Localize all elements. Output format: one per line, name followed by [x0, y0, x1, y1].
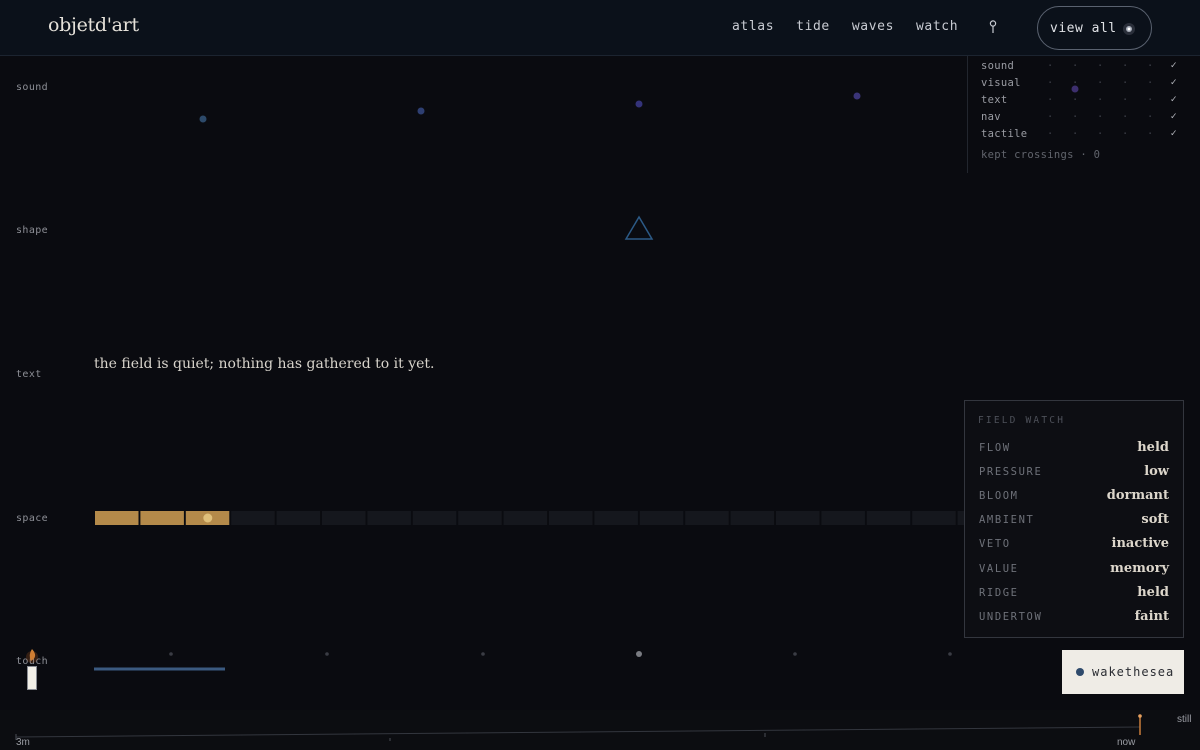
timeline-status-label: still: [1177, 714, 1192, 725]
space-segment-empty[interactable]: [549, 511, 593, 525]
space-segment-empty[interactable]: [730, 511, 775, 525]
check-icon: ✓: [1170, 60, 1177, 71]
space-segment-empty[interactable]: [458, 511, 502, 525]
touch-dot[interactable]: [793, 652, 797, 656]
watch-row-ridge: RIDGE held: [979, 585, 1169, 600]
field-watch-panel: FIELD WATCH FLOW held PRESSURE low BLOOM…: [964, 400, 1184, 638]
watch-row-pressure: PRESSURE low: [979, 464, 1169, 479]
touch-dot[interactable]: [325, 652, 329, 656]
space-segment-filled[interactable]: [140, 511, 184, 525]
space-segment-empty[interactable]: [412, 511, 457, 525]
space-segment-empty[interactable]: [276, 511, 321, 525]
legend-dots: · · · · ·: [1047, 111, 1154, 123]
space-segment-empty[interactable]: [503, 511, 548, 525]
legend-item-nav[interactable]: nav · · · · · ✓: [981, 111, 1177, 125]
status-dot-icon: [1076, 668, 1084, 676]
sound-dot[interactable]: [199, 115, 207, 123]
check-icon: ✓: [1170, 111, 1177, 122]
sound-dot[interactable]: [417, 107, 425, 115]
triangle-shape[interactable]: [624, 215, 654, 240]
watch-row-value: VALUE memory: [979, 561, 1169, 576]
legend-item-visual[interactable]: visual · · · · · ✓: [981, 77, 1177, 91]
space-segment-empty[interactable]: [639, 511, 684, 525]
watch-row-bloom: BLOOM dormant: [979, 488, 1169, 503]
timeline-track: [15, 714, 1142, 741]
space-segment-empty[interactable]: [821, 511, 865, 525]
wake-the-sea-button[interactable]: wakethesea: [1062, 650, 1184, 694]
timeline-start-label: 3m: [16, 737, 30, 748]
watch-row-flow: FLOW held: [979, 440, 1169, 455]
timeline-scrubber[interactable]: 3m now still: [0, 710, 1200, 750]
watch-row-veto: VETO inactive: [979, 536, 1169, 551]
space-marker[interactable]: [203, 513, 213, 523]
space-segment-empty[interactable]: [912, 511, 956, 525]
touch-dot[interactable]: [948, 652, 952, 656]
kept-crossings-count: kept crossings · 0: [981, 149, 1101, 161]
candle-icon[interactable]: [27, 666, 37, 690]
wake-the-sea-label: wakethesea: [1092, 665, 1175, 679]
legend-dots: · · · · ·: [1047, 60, 1154, 72]
legend-item-sound[interactable]: sound · · · · · ✓: [981, 60, 1177, 74]
space-segment-empty[interactable]: [776, 511, 820, 525]
legend-panel: sound · · · · · ✓ visual · · · · · ✓ text · · · · · …: [967, 56, 1187, 173]
timeline-end-label: now: [1117, 737, 1136, 748]
touch-dot[interactable]: [636, 651, 642, 657]
legend-item-tactile[interactable]: tactile · · · · · ✓: [981, 128, 1177, 142]
sound-dot[interactable]: [853, 92, 861, 100]
space-bar: [95, 511, 1002, 525]
legend-item-text[interactable]: text · · · · · ✓: [981, 94, 1177, 108]
check-icon: ✓: [1170, 128, 1177, 139]
space-segment-empty[interactable]: [866, 511, 911, 525]
check-icon: ✓: [1170, 94, 1177, 105]
space-segment-empty[interactable]: [594, 511, 638, 525]
space-segment-empty[interactable]: [231, 511, 275, 525]
watch-row-ambient: AMBIENT soft: [979, 512, 1169, 527]
legend-dots: · · · · ·: [1047, 128, 1154, 140]
space-segment-empty[interactable]: [322, 511, 366, 525]
touch-dot[interactable]: [481, 652, 485, 656]
check-icon: ✓: [1170, 77, 1177, 88]
space-segment-filled[interactable]: [95, 511, 139, 525]
legend-dots: · · · · ·: [1047, 77, 1154, 89]
space-segment-empty[interactable]: [685, 511, 729, 525]
space-segment-empty[interactable]: [367, 511, 411, 525]
sound-dot[interactable]: [635, 100, 643, 108]
watch-row-undertow: UNDERTOW faint: [979, 609, 1169, 624]
legend-dots: · · · · ·: [1047, 94, 1154, 106]
field-status-text: the field is quiet; nothing has gathered…: [94, 356, 435, 372]
candle-glow: [26, 651, 38, 663]
touch-dot[interactable]: [169, 652, 173, 656]
field-watch-title: FIELD WATCH: [978, 415, 1066, 426]
